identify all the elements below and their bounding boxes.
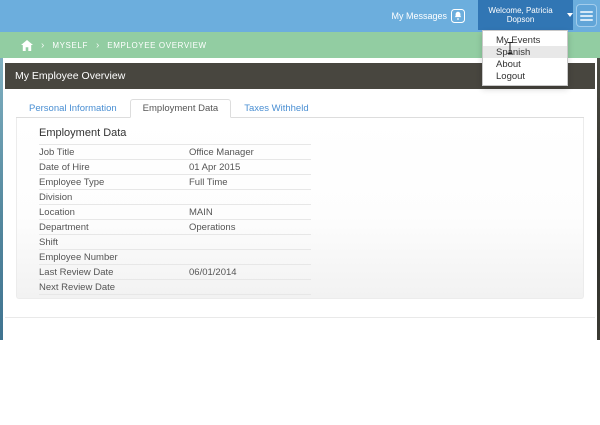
field-label: Shift <box>39 237 189 248</box>
field-label: Location <box>39 207 189 218</box>
field-label: Date of Hire <box>39 162 189 173</box>
my-messages-link[interactable]: My Messages <box>391 0 447 32</box>
page-title: My Employee Overview <box>15 70 125 82</box>
user-dropdown-menu: My Events Spanish About Logout <box>482 30 568 86</box>
section-heading: Employment Data <box>39 127 561 139</box>
menu-item-logout[interactable]: Logout <box>483 70 567 82</box>
field-value: Operations <box>189 222 311 233</box>
app-window: My Messages Welcome, Patricia Dopson › M… <box>0 0 600 425</box>
menu-item-my-events[interactable]: My Events <box>483 34 567 46</box>
field-row-next-review-date: Next Review Date <box>39 280 311 295</box>
user-menu-button[interactable]: Welcome, Patricia Dopson <box>478 0 573 30</box>
menu-item-spanish[interactable]: Spanish <box>483 46 567 58</box>
field-value: Office Manager <box>189 147 311 158</box>
tab-personal-information[interactable]: Personal Information <box>16 99 130 118</box>
field-value: 01 Apr 2015 <box>189 162 311 173</box>
field-row-location: Location MAIN <box>39 205 311 220</box>
my-messages-label: My Messages <box>391 11 447 21</box>
field-label: Employee Number <box>39 252 189 263</box>
field-label: Next Review Date <box>39 282 189 293</box>
welcome-label: Welcome, Patricia Dopson <box>478 6 563 24</box>
field-value: Full Time <box>189 177 311 188</box>
text-cursor-icon <box>506 41 514 59</box>
field-row-job-title: Job Title Office Manager <box>39 145 311 160</box>
field-value: MAIN <box>189 207 311 218</box>
tab-employment-data[interactable]: Employment Data <box>130 99 232 118</box>
top-navbar: My Messages Welcome, Patricia Dopson <box>0 0 600 32</box>
field-row-employee-type: Employee Type Full Time <box>39 175 311 190</box>
tab-bar: Personal Information Employment Data Tax… <box>16 99 584 118</box>
field-row-last-review-date: Last Review Date 06/01/2014 <box>39 265 311 280</box>
caret-down-icon <box>567 13 573 17</box>
field-row-division: Division <box>39 190 311 205</box>
content-card: Personal Information Employment Data Tax… <box>5 89 595 318</box>
breadcrumb-myself[interactable]: MYSELF <box>52 41 88 50</box>
field-label: Employee Type <box>39 177 189 188</box>
breadcrumb-employee-overview[interactable]: EMPLOYEE OVERVIEW <box>107 41 206 50</box>
menu-icon[interactable] <box>576 4 597 27</box>
field-label: Last Review Date <box>39 267 189 278</box>
breadcrumb-separator: › <box>96 40 99 51</box>
tab-panel-employment-data: Employment Data Job Title Office Manager… <box>16 118 584 299</box>
menu-item-about[interactable]: About <box>483 58 567 70</box>
field-row-shift: Shift <box>39 235 311 250</box>
fields-table: Job Title Office Manager Date of Hire 01… <box>39 144 311 295</box>
breadcrumb-separator: › <box>41 40 44 51</box>
tab-taxes-withheld[interactable]: Taxes Withheld <box>231 99 321 118</box>
field-label: Job Title <box>39 147 189 158</box>
field-row-date-of-hire: Date of Hire 01 Apr 2015 <box>39 160 311 175</box>
home-icon[interactable] <box>21 40 33 51</box>
background-strip-left <box>0 58 3 340</box>
field-row-employee-number: Employee Number <box>39 250 311 265</box>
field-label: Department <box>39 222 189 233</box>
field-row-department: Department Operations <box>39 220 311 235</box>
field-label: Division <box>39 192 189 203</box>
field-value: 06/01/2014 <box>189 267 311 278</box>
notifications-icon[interactable] <box>451 9 465 23</box>
